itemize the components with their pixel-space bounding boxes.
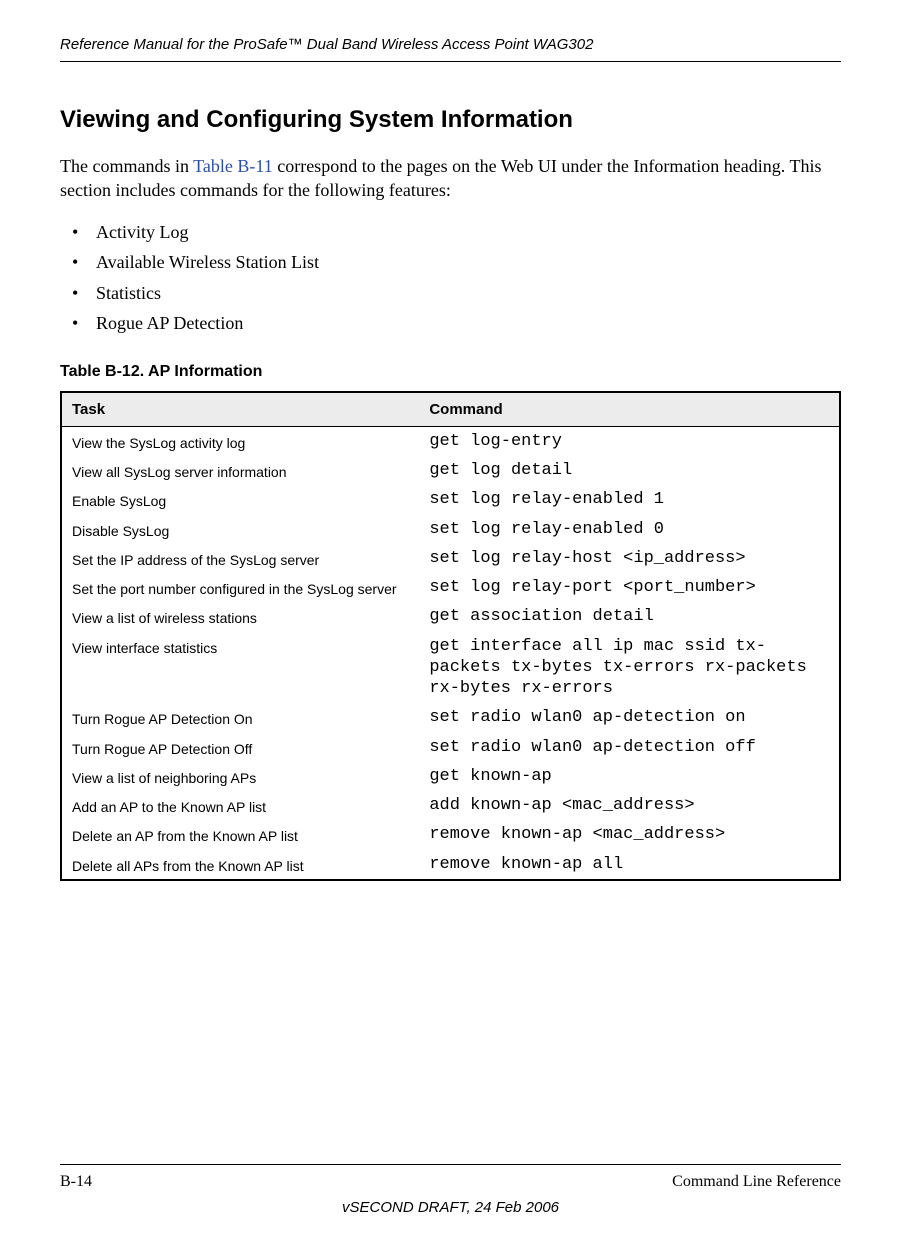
table-row: View all SysLog server informationget lo… <box>61 456 840 485</box>
table-row: View the SysLog activity logget log-entr… <box>61 426 840 456</box>
task-cell: View all SysLog server information <box>61 456 419 485</box>
command-cell: set log relay-enabled 1 <box>419 485 840 514</box>
task-cell: Set the port number configured in the Sy… <box>61 573 419 602</box>
table-row: Add an AP to the Known AP listadd known-… <box>61 791 840 820</box>
footer-rule <box>60 1164 841 1165</box>
intro-text-pre: The commands in <box>60 156 193 176</box>
table-row: View interface statisticsget interface a… <box>61 632 840 704</box>
table-row: Set the IP address of the SysLog servers… <box>61 544 840 573</box>
task-cell: View a list of wireless stations <box>61 602 419 631</box>
table-row: Turn Rogue AP Detection Onset radio wlan… <box>61 703 840 732</box>
col-header-command: Command <box>419 392 840 427</box>
table-row: View a list of neighboring APsget known-… <box>61 762 840 791</box>
command-cell: add known-ap <mac_address> <box>419 791 840 820</box>
task-cell: Enable SysLog <box>61 485 419 514</box>
task-cell: Delete an AP from the Known AP list <box>61 820 419 849</box>
task-cell: Turn Rogue AP Detection On <box>61 703 419 732</box>
command-cell: remove known-ap all <box>419 850 840 880</box>
footer-draft-note: vSECOND DRAFT, 24 Feb 2006 <box>60 1199 841 1216</box>
task-cell: View the SysLog activity log <box>61 426 419 456</box>
col-header-task: Task <box>61 392 419 427</box>
table-ref-link[interactable]: Table B-11 <box>193 156 273 176</box>
command-cell: set radio wlan0 ap-detection on <box>419 703 840 732</box>
task-cell: Disable SysLog <box>61 515 419 544</box>
page-content: Viewing and Configuring System Informati… <box>60 62 841 881</box>
command-cell: get log-entry <box>419 426 840 456</box>
table-header-row: Task Command <box>61 392 840 427</box>
table-row: Enable SysLogset log relay-enabled 1 <box>61 485 840 514</box>
table-row: Delete all APs from the Known AP listrem… <box>61 850 840 880</box>
command-cell: get association detail <box>419 602 840 631</box>
feature-list: Activity Log Available Wireless Station … <box>72 217 841 339</box>
list-item: Statistics <box>72 278 841 309</box>
command-table: Task Command View the SysLog activity lo… <box>60 391 841 881</box>
task-cell: Turn Rogue AP Detection Off <box>61 733 419 762</box>
table-row: Disable SysLogset log relay-enabled 0 <box>61 515 840 544</box>
task-cell: View interface statistics <box>61 632 419 704</box>
page-number: B-14 <box>60 1173 92 1191</box>
list-item: Available Wireless Station List <box>72 247 841 278</box>
task-cell: View a list of neighboring APs <box>61 762 419 791</box>
command-cell: get known-ap <box>419 762 840 791</box>
list-item: Activity Log <box>72 217 841 248</box>
task-cell: Add an AP to the Known AP list <box>61 791 419 820</box>
table-caption: Table B-12. AP Information <box>60 363 841 381</box>
command-cell: remove known-ap <mac_address> <box>419 820 840 849</box>
command-cell: set radio wlan0 ap-detection off <box>419 733 840 762</box>
command-cell: get interface all ip mac ssid tx-packets… <box>419 632 840 704</box>
task-cell: Set the IP address of the SysLog server <box>61 544 419 573</box>
table-row: View a list of wireless stationsget asso… <box>61 602 840 631</box>
intro-paragraph: The commands in Table B-11 correspond to… <box>60 154 841 203</box>
section-heading: Viewing and Configuring System Informati… <box>60 106 841 134</box>
table-row: Delete an AP from the Known AP listremov… <box>61 820 840 849</box>
task-cell: Delete all APs from the Known AP list <box>61 850 419 880</box>
list-item: Rogue AP Detection <box>72 308 841 339</box>
table-row: Set the port number configured in the Sy… <box>61 573 840 602</box>
footer-section-title: Command Line Reference <box>672 1173 841 1191</box>
page-footer: B-14 Command Line Reference vSECOND DRAF… <box>60 1164 841 1216</box>
table-row: Turn Rogue AP Detection Offset radio wla… <box>61 733 840 762</box>
command-cell: get log detail <box>419 456 840 485</box>
command-cell: set log relay-host <ip_address> <box>419 544 840 573</box>
command-cell: set log relay-port <port_number> <box>419 573 840 602</box>
running-header: Reference Manual for the ProSafe™ Dual B… <box>60 0 841 62</box>
command-cell: set log relay-enabled 0 <box>419 515 840 544</box>
